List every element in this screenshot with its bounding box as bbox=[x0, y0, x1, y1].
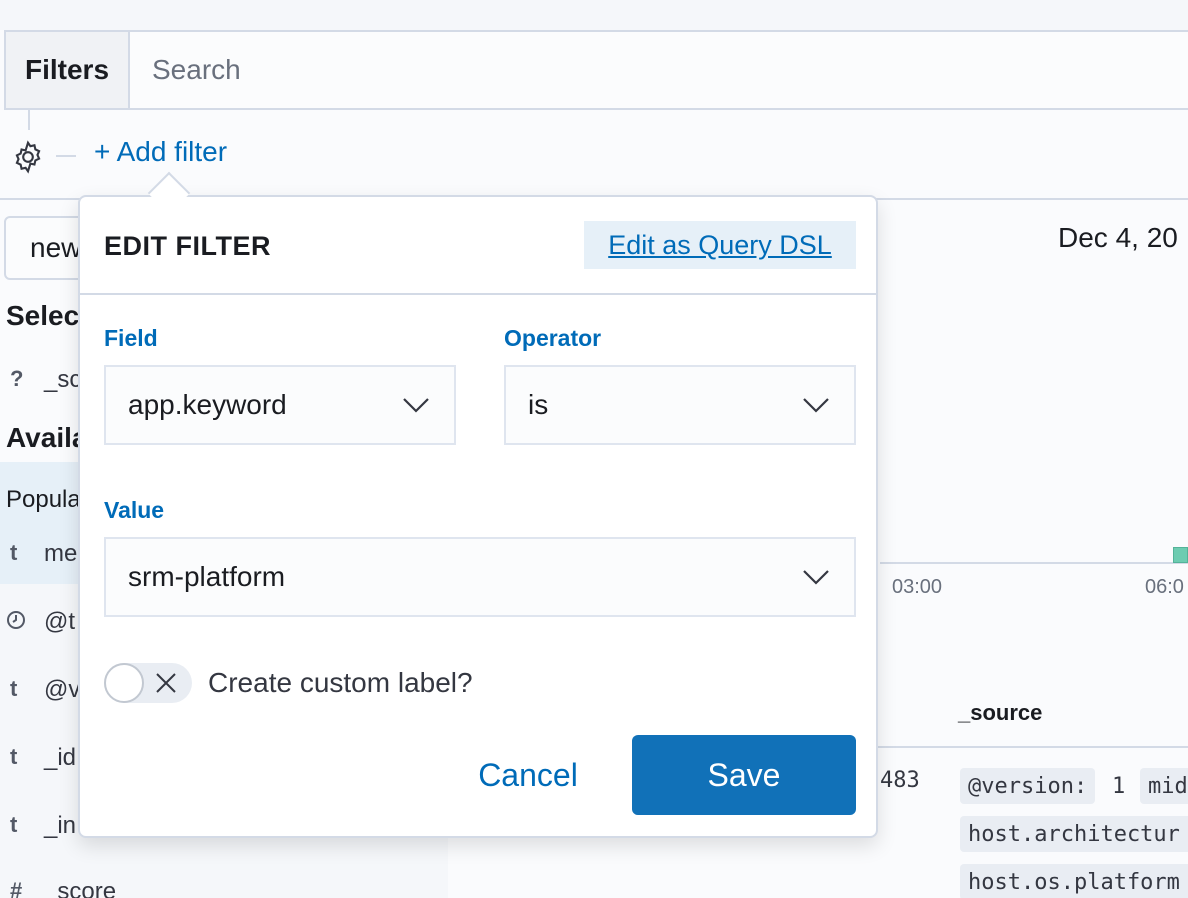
filters-button[interactable]: Filters bbox=[6, 32, 130, 108]
table-divider bbox=[878, 746, 1188, 748]
field-name[interactable]: _score bbox=[44, 878, 116, 898]
edit-filter-popover: EDIT FILTER Edit as Query DSL Field app.… bbox=[78, 195, 878, 838]
custom-label-toggle-label: Create custom label? bbox=[208, 667, 473, 698]
add-filter-button[interactable]: + Add filter bbox=[94, 136, 227, 168]
field-type-string: t bbox=[10, 540, 18, 565]
field-name[interactable]: @t bbox=[44, 608, 75, 636]
toggle-knob bbox=[104, 663, 144, 703]
clock-icon bbox=[7, 611, 25, 629]
edit-as-query-dsl-button[interactable]: Edit as Query DSL bbox=[584, 221, 856, 269]
value-select-value: srm-platform bbox=[128, 561, 286, 592]
search-input[interactable] bbox=[130, 32, 1188, 108]
popular-label: Popula bbox=[6, 486, 81, 513]
field-type-string: t bbox=[10, 744, 18, 769]
source-key: @version: bbox=[960, 768, 1096, 804]
gear-icon[interactable] bbox=[10, 139, 46, 175]
row-value: 483 bbox=[880, 768, 920, 793]
source-key: host.architectur bbox=[960, 816, 1188, 852]
field-type-string: t bbox=[10, 812, 18, 837]
chevron-down-icon bbox=[803, 570, 829, 585]
field-name[interactable]: _id bbox=[44, 744, 76, 772]
top-strip bbox=[0, 0, 1188, 30]
query-bar: Filters bbox=[4, 30, 1188, 110]
field-name[interactable]: @v bbox=[44, 676, 80, 704]
field-type-unknown: ? bbox=[10, 366, 24, 391]
field-select-value: app.keyword bbox=[128, 389, 287, 420]
field-name[interactable]: _in bbox=[44, 812, 76, 840]
connector-dash bbox=[56, 155, 76, 157]
operator-label: Operator bbox=[504, 325, 602, 351]
field-label: Field bbox=[104, 325, 158, 351]
cancel-button[interactable]: Cancel bbox=[458, 753, 598, 797]
axis-tick: 03:00 bbox=[892, 576, 943, 598]
field-name[interactable]: _sc bbox=[44, 366, 81, 394]
histogram-axis bbox=[880, 562, 1188, 564]
field-type-number: # bbox=[10, 878, 23, 898]
chevron-down-icon bbox=[403, 398, 429, 413]
source-value: 1 bbox=[1112, 774, 1126, 799]
custom-label-toggle[interactable] bbox=[104, 663, 192, 703]
axis-tick: 06:0 bbox=[1145, 576, 1184, 598]
close-icon bbox=[156, 673, 176, 693]
date-range-label: Dec 4, 20 bbox=[1058, 222, 1178, 253]
value-label: Value bbox=[104, 497, 165, 523]
popover-title: EDIT FILTER bbox=[104, 231, 271, 261]
field-name[interactable]: me bbox=[44, 540, 77, 568]
source-column-header[interactable]: _source bbox=[958, 700, 1042, 726]
operator-select-value: is bbox=[528, 389, 549, 420]
save-button[interactable]: Save bbox=[632, 735, 856, 815]
histogram-bar[interactable] bbox=[1173, 547, 1188, 563]
source-key: mid bbox=[1140, 768, 1188, 804]
field-select[interactable]: app.keyword bbox=[104, 365, 456, 445]
available-fields-title: Availa bbox=[6, 422, 88, 453]
connector-line bbox=[28, 110, 30, 130]
value-select[interactable]: srm-platform bbox=[104, 537, 856, 617]
chevron-down-icon bbox=[803, 398, 829, 413]
field-type-string: t bbox=[10, 676, 18, 701]
operator-select[interactable]: is bbox=[504, 365, 856, 445]
selected-fields-title: Selec bbox=[6, 300, 80, 331]
popover-divider bbox=[80, 293, 876, 295]
source-key: host.os.platform bbox=[960, 864, 1188, 898]
